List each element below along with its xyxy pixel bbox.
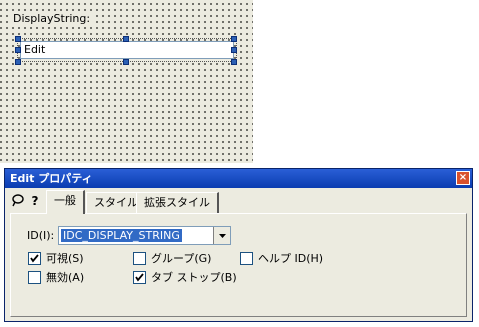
checkbox-group-label: グループ(G) bbox=[151, 252, 212, 265]
resize-handle-right[interactable] bbox=[231, 47, 237, 53]
checkbox-visible[interactable]: 可視(S) bbox=[28, 251, 84, 265]
checkbox-disabled[interactable]: 無効(A) bbox=[28, 270, 84, 284]
id-value[interactable]: IDC_DISPLAY_STRING bbox=[61, 229, 182, 242]
resize-handle-left[interactable] bbox=[15, 47, 21, 53]
resize-handle-bottom-right[interactable] bbox=[231, 59, 237, 65]
checkbox-help-id-box[interactable] bbox=[240, 251, 253, 265]
tab-extended-style[interactable]: 拡張スタイル bbox=[136, 192, 219, 213]
resize-handle-top-left[interactable] bbox=[15, 36, 21, 42]
resize-handle-top-right[interactable] bbox=[231, 36, 237, 42]
help-icon[interactable]: ? bbox=[27, 192, 43, 210]
static-text-control[interactable]: DisplayString: bbox=[11, 11, 93, 26]
properties-titlebar[interactable]: Edit プロパティ × bbox=[5, 169, 472, 188]
checkbox-help-id[interactable]: ヘルプ ID(H) bbox=[240, 251, 323, 265]
checkbox-tabstop[interactable]: タブ ストップ(B) bbox=[133, 270, 237, 284]
checkbox-disabled-box[interactable] bbox=[28, 270, 41, 284]
checkbox-visible-label: 可視(S) bbox=[46, 252, 84, 265]
checkbox-tabstop-label: タブ ストップ(B) bbox=[151, 271, 237, 284]
checkbox-help-id-label: ヘルプ ID(H) bbox=[258, 252, 324, 265]
properties-title: Edit プロパティ bbox=[10, 172, 93, 185]
resize-handle-bottom[interactable] bbox=[123, 59, 129, 65]
checkbox-visible-box[interactable] bbox=[28, 251, 41, 265]
checkbox-group-box[interactable] bbox=[133, 251, 146, 265]
checkbox-tabstop-box[interactable] bbox=[133, 270, 146, 284]
resize-handle-bottom-left[interactable] bbox=[15, 59, 21, 65]
id-combobox[interactable]: IDC_DISPLAY_STRING bbox=[58, 226, 231, 245]
resize-handle-top[interactable] bbox=[123, 36, 129, 42]
id-label: ID(I): bbox=[27, 229, 55, 242]
pushpin-icon[interactable] bbox=[10, 193, 26, 211]
dropdown-arrow-icon[interactable] bbox=[213, 227, 230, 244]
tab-general[interactable]: 一般 bbox=[46, 190, 85, 214]
checkbox-group[interactable]: グループ(G) bbox=[133, 251, 211, 265]
edit-control[interactable]: Edit bbox=[17, 38, 237, 62]
properties-window: Edit プロパティ × ? 一般 スタイル 拡張スタイル ID(I): IDC… bbox=[4, 168, 473, 322]
close-button[interactable]: × bbox=[456, 171, 470, 185]
checkbox-disabled-label: 無効(A) bbox=[46, 271, 85, 284]
dialog-canvas[interactable]: DisplayString: Edit bbox=[0, 0, 253, 163]
